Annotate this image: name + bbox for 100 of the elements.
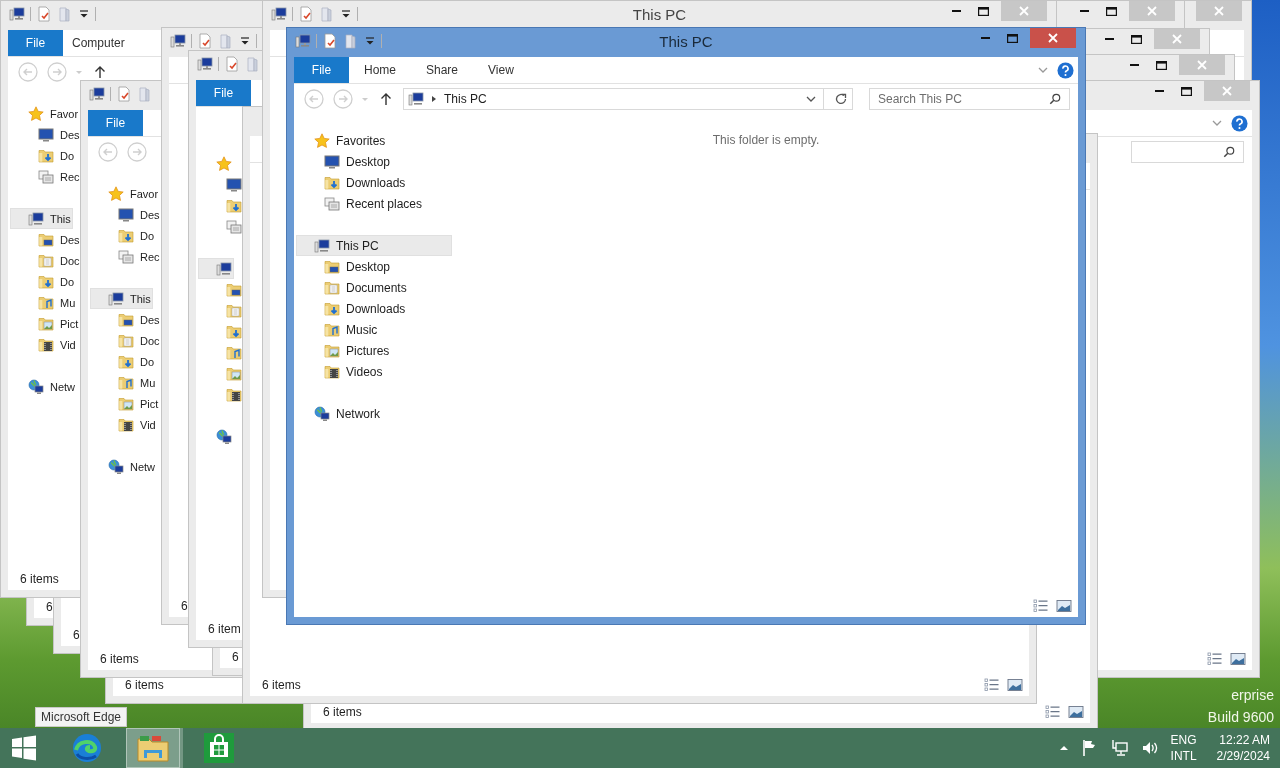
nav-item[interactable]: Des	[10, 124, 82, 145]
recent-places-icon	[38, 168, 54, 185]
desktop-folder-icon	[38, 231, 54, 248]
store-icon	[203, 732, 235, 764]
nav-item[interactable]: Des	[90, 204, 162, 225]
nav-item[interactable]: Downloads	[296, 298, 452, 319]
nav-item[interactable]: Desktop	[296, 151, 452, 172]
breadcrumb-arrow-icon[interactable]	[430, 95, 438, 103]
computer-icon[interactable]	[271, 6, 287, 22]
computer-icon[interactable]	[9, 6, 25, 22]
nav-item[interactable]: Rec	[10, 166, 82, 187]
nav-item[interactable]: Doc	[10, 250, 82, 271]
nav-item[interactable]: Documents	[296, 277, 452, 298]
details-view-icon[interactable]	[1033, 598, 1049, 614]
file-menu-button[interactable]: File	[88, 110, 143, 136]
nav-item[interactable]: Do	[10, 271, 77, 292]
close-icon	[1147, 6, 1157, 16]
file-menu-button[interactable]: File	[294, 57, 349, 83]
computer-icon[interactable]	[295, 33, 311, 49]
up-arrow-icon	[380, 92, 392, 106]
nav-item[interactable]: Mu	[90, 372, 158, 393]
nav-item[interactable]: Do	[10, 145, 77, 166]
nav-item[interactable]: This	[10, 208, 73, 229]
large-icons-view-icon[interactable]	[1068, 704, 1084, 720]
nav-item[interactable]: This	[90, 288, 153, 309]
search-field[interactable]: Search This PC	[869, 88, 1070, 110]
star-icon	[314, 132, 330, 149]
properties-icon[interactable]	[298, 6, 314, 22]
details-view-icon[interactable]	[1207, 651, 1223, 667]
address-bar[interactable]: This PC	[403, 88, 853, 110]
properties-icon[interactable]	[36, 6, 52, 22]
file-menu-button[interactable]: File	[8, 30, 63, 56]
large-icons-view-icon[interactable]	[1007, 677, 1023, 693]
nav-item[interactable]: Mu	[10, 292, 78, 313]
taskbar-app-button[interactable]	[126, 728, 180, 768]
nav-item[interactable]: Do	[90, 225, 157, 246]
breadcrumb-item[interactable]: This PC	[444, 92, 487, 106]
maximize-icon	[978, 6, 989, 16]
nav-item[interactable]: Favor	[10, 103, 81, 124]
nav-item[interactable]: Network	[296, 403, 452, 424]
maximize-icon	[1181, 86, 1192, 96]
nav-item[interactable]: Pict	[10, 313, 81, 334]
star-icon	[28, 105, 44, 122]
nav-item[interactable]: Doc	[90, 330, 162, 351]
item-count: 6	[73, 628, 80, 642]
large-icons-view-icon[interactable]	[1230, 651, 1246, 667]
properties-icon[interactable]	[116, 86, 132, 102]
close-button[interactable]	[1030, 28, 1076, 48]
nav-item[interactable]: Desktop	[296, 256, 452, 277]
item-count: 6 item	[208, 622, 241, 636]
nav-item[interactable]: Netw	[10, 376, 78, 397]
nav-item[interactable]: Rec	[90, 246, 162, 267]
computer-icon[interactable]	[170, 33, 186, 49]
pictures-folder-icon	[118, 395, 134, 412]
properties-icon[interactable]	[322, 33, 338, 49]
nav-item[interactable]: Vid	[10, 334, 78, 355]
nav-item[interactable]: Music	[296, 319, 452, 340]
show-hidden-icons-button[interactable]	[1058, 743, 1069, 753]
nav-item[interactable]: Favor	[90, 183, 161, 204]
documents-folder-icon	[118, 332, 134, 349]
clock[interactable]: 12:22 AM 2/29/2024	[1216, 732, 1270, 764]
nav-item[interactable]: Des	[10, 229, 82, 250]
dropdown-caret-icon[interactable]	[364, 35, 376, 47]
nav-item[interactable]: Vid	[90, 414, 158, 435]
item-count: 6 items	[323, 705, 362, 719]
nav-item[interactable]: Pict	[90, 393, 161, 414]
network-icon[interactable]	[1110, 739, 1129, 757]
close-icon	[1197, 60, 1207, 70]
documents-folder-icon	[324, 279, 340, 296]
details-view-icon[interactable]	[984, 677, 1000, 693]
file-menu-button[interactable]: File	[196, 80, 251, 106]
help-icon[interactable]	[1057, 61, 1074, 79]
minimize-icon	[1130, 64, 1139, 66]
search-field[interactable]	[1131, 141, 1244, 163]
pictures-folder-icon	[226, 365, 242, 382]
nav-item[interactable]: Recent places	[296, 193, 452, 214]
computer-icon[interactable]	[89, 86, 105, 102]
nav-item[interactable]: Des	[90, 309, 162, 330]
documents-folder-icon	[38, 252, 54, 269]
minimize-icon	[1080, 10, 1089, 12]
nav-item[interactable]: Pictures	[296, 340, 452, 361]
dropdown-caret-icon[interactable]	[239, 35, 251, 47]
properties-icon[interactable]	[224, 56, 240, 72]
computer-icon[interactable]	[197, 56, 213, 72]
nav-item[interactable]: Downloads	[296, 172, 452, 193]
large-icons-view-icon[interactable]	[1056, 598, 1072, 614]
windows-logo-icon	[11, 735, 37, 761]
dropdown-caret-icon[interactable]	[340, 8, 352, 20]
nav-item[interactable]	[198, 258, 234, 279]
help-icon[interactable]	[1231, 114, 1248, 132]
recent-places-icon	[324, 195, 340, 212]
nav-item[interactable]: Do	[90, 351, 157, 372]
dropdown-caret-icon[interactable]	[78, 8, 90, 20]
nav-item[interactable]: This PC	[296, 235, 452, 256]
properties-icon[interactable]	[197, 33, 213, 49]
nav-item[interactable]: Favorites	[296, 130, 452, 151]
input-language-button[interactable]: ENG INTL	[1170, 732, 1197, 764]
nav-item[interactable]: Videos	[296, 361, 452, 382]
nav-item[interactable]: Netw	[90, 456, 158, 477]
details-view-icon[interactable]	[1045, 704, 1061, 720]
